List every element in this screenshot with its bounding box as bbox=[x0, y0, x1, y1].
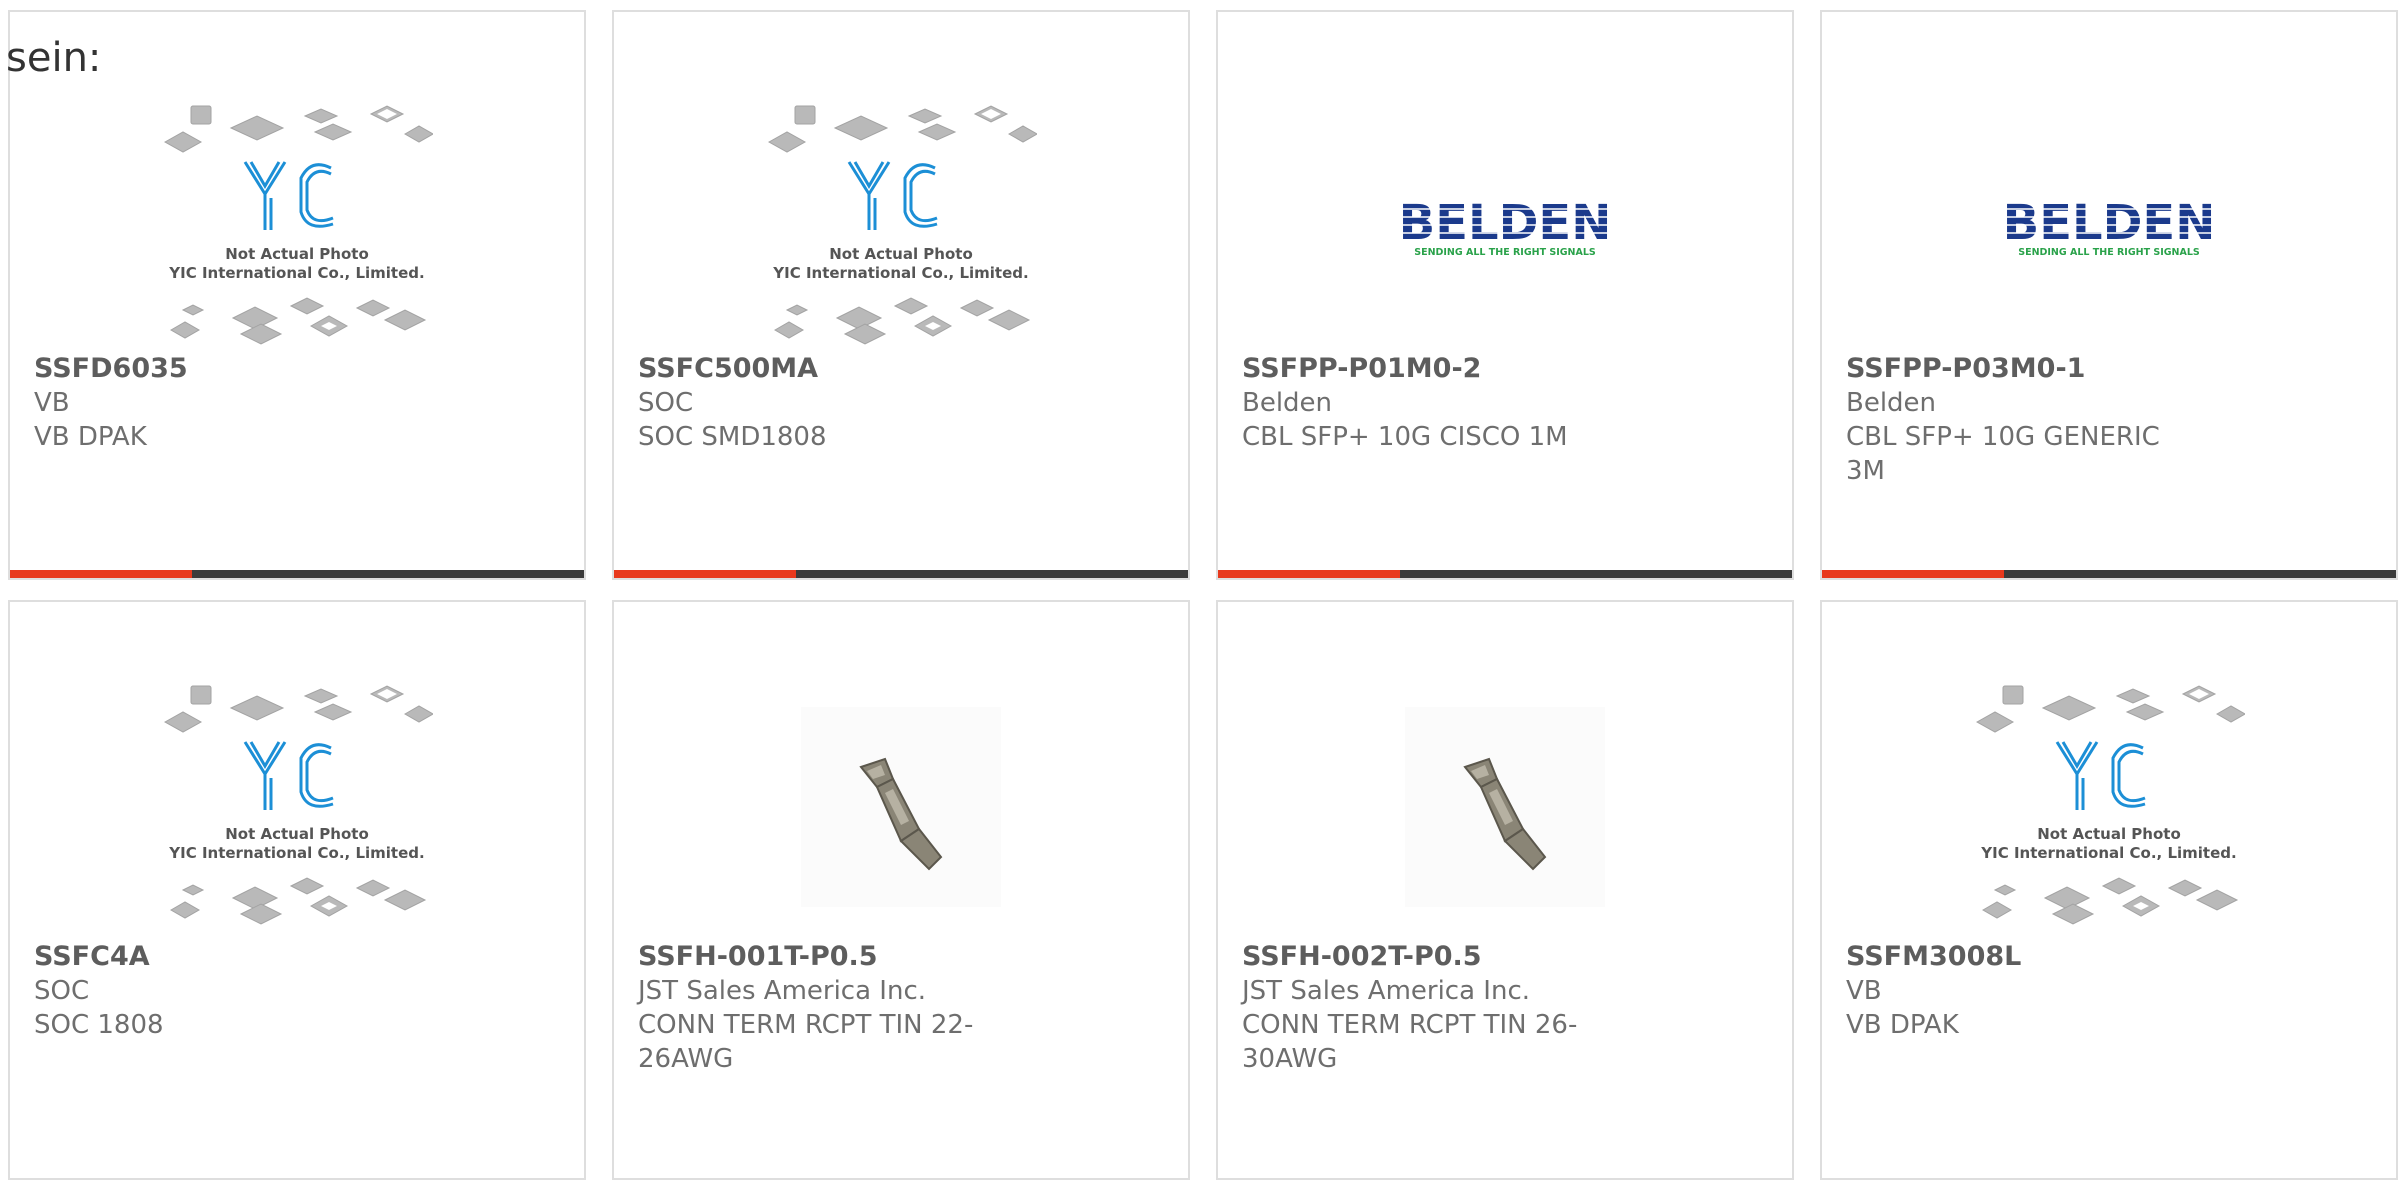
product-image[interactable]: Not Actual Photo YIC International Co., … bbox=[1822, 672, 2396, 942]
product-card[interactable]: Not Actual Photo YIC International Co., … bbox=[612, 10, 1190, 580]
product-description: CBL SFP+ 10G GENERIC 3M bbox=[1846, 422, 2160, 486]
yic-placeholder-image: Not Actual Photo YIC International Co., … bbox=[163, 685, 433, 925]
manufacturer: JST Sales America Inc. bbox=[1242, 976, 1531, 1006]
product-card[interactable]: BELDEN SENDING ALL THE RIGHT SIGNALS SSF… bbox=[1820, 10, 2398, 580]
yic-photo-notice: Not Actual Photo bbox=[225, 825, 369, 843]
belden-logo-text: BELDEN bbox=[1400, 195, 1610, 251]
card-bottom-bar bbox=[1822, 570, 2396, 578]
product-description: CONN TERM RCPT TIN 26-30AWG bbox=[1242, 1010, 1578, 1074]
part-number[interactable]: SSFPP-P03M0-1 bbox=[1846, 352, 2372, 386]
product-image[interactable] bbox=[1218, 672, 1792, 942]
yic-placeholder-image: Not Actual Photo YIC International Co., … bbox=[767, 105, 1037, 345]
part-number[interactable]: SSFH-001T-P0.5 bbox=[638, 940, 1164, 974]
belden-logo-text: BELDEN bbox=[2004, 195, 2214, 251]
part-number[interactable]: SSFD6035 bbox=[34, 352, 560, 386]
crimp-terminal-photo bbox=[801, 707, 1001, 907]
belden-logo: BELDEN SENDING ALL THE RIGHT SIGNALS bbox=[2004, 195, 2214, 258]
product-image[interactable]: Not Actual Photo YIC International Co., … bbox=[614, 92, 1188, 362]
belden-tagline: SENDING ALL THE RIGHT SIGNALS bbox=[2018, 247, 2200, 258]
manufacturer: Belden bbox=[1242, 388, 1333, 418]
intro-text: sein: bbox=[6, 35, 102, 81]
yic-company-name: YIC International Co., Limited. bbox=[168, 264, 424, 282]
part-number[interactable]: SSFC4A bbox=[34, 940, 560, 974]
product-card[interactable]: SSFH-001T-P0.5 JST Sales America Inc. CO… bbox=[612, 600, 1190, 1180]
card-accent-bar bbox=[614, 570, 796, 578]
yic-company-name: YIC International Co., Limited. bbox=[168, 844, 424, 862]
product-description: SOC 1808 bbox=[34, 1010, 164, 1040]
yic-company-name: YIC International Co., Limited. bbox=[772, 264, 1028, 282]
product-description: CBL SFP+ 10G CISCO 1M bbox=[1242, 422, 1568, 452]
card-accent-bar bbox=[1822, 570, 2004, 578]
manufacturer: JST Sales America Inc. bbox=[638, 976, 927, 1006]
belden-tagline: SENDING ALL THE RIGHT SIGNALS bbox=[1414, 247, 1596, 258]
manufacturer: Belden bbox=[1846, 388, 1937, 418]
yic-company-name: YIC International Co., Limited. bbox=[1980, 844, 2236, 862]
part-number[interactable]: SSFPP-P01M0-2 bbox=[1242, 352, 1768, 386]
yic-placeholder-image: Not Actual Photo YIC International Co., … bbox=[1975, 685, 2245, 925]
manufacturer: SOC bbox=[34, 976, 90, 1006]
part-number[interactable]: SSFM3008L bbox=[1846, 940, 2372, 974]
manufacturer: VB bbox=[34, 388, 70, 418]
card-bottom-bar bbox=[614, 570, 1188, 578]
product-image[interactable] bbox=[614, 672, 1188, 942]
manufacturer: VB bbox=[1846, 976, 1882, 1006]
card-accent-bar bbox=[10, 570, 192, 578]
yic-photo-notice: Not Actual Photo bbox=[829, 245, 973, 263]
belden-logo: BELDEN SENDING ALL THE RIGHT SIGNALS bbox=[1400, 195, 1610, 258]
product-card[interactable]: Not Actual Photo YIC International Co., … bbox=[8, 10, 586, 580]
yic-photo-notice: Not Actual Photo bbox=[2037, 825, 2181, 843]
card-bottom-bar bbox=[10, 570, 584, 578]
card-accent-bar bbox=[1218, 570, 1400, 578]
product-description: CONN TERM RCPT TIN 22-26AWG bbox=[638, 1010, 974, 1074]
product-description: VB DPAK bbox=[1846, 1010, 1959, 1040]
product-image[interactable]: Not Actual Photo YIC International Co., … bbox=[10, 92, 584, 362]
part-number[interactable]: SSFH-002T-P0.5 bbox=[1242, 940, 1768, 974]
product-card[interactable]: SSFH-002T-P0.5 JST Sales America Inc. CO… bbox=[1216, 600, 1794, 1180]
product-description: VB DPAK bbox=[34, 422, 147, 452]
part-number[interactable]: SSFC500MA bbox=[638, 352, 1164, 386]
product-card[interactable]: Not Actual Photo YIC International Co., … bbox=[1820, 600, 2398, 1180]
crimp-terminal-photo bbox=[1405, 707, 1605, 907]
product-description: SOC SMD1808 bbox=[638, 422, 827, 452]
product-image[interactable]: BELDEN SENDING ALL THE RIGHT SIGNALS bbox=[1822, 92, 2396, 362]
product-image[interactable]: Not Actual Photo YIC International Co., … bbox=[10, 672, 584, 942]
product-image[interactable]: BELDEN SENDING ALL THE RIGHT SIGNALS bbox=[1218, 92, 1792, 362]
card-bottom-bar bbox=[1218, 570, 1792, 578]
manufacturer: SOC bbox=[638, 388, 694, 418]
yic-placeholder-image: Not Actual Photo YIC International Co., … bbox=[163, 105, 433, 345]
product-card[interactable]: BELDEN SENDING ALL THE RIGHT SIGNALS SSF… bbox=[1216, 10, 1794, 580]
product-card[interactable]: Not Actual Photo YIC International Co., … bbox=[8, 600, 586, 1180]
yic-photo-notice: Not Actual Photo bbox=[225, 245, 369, 263]
